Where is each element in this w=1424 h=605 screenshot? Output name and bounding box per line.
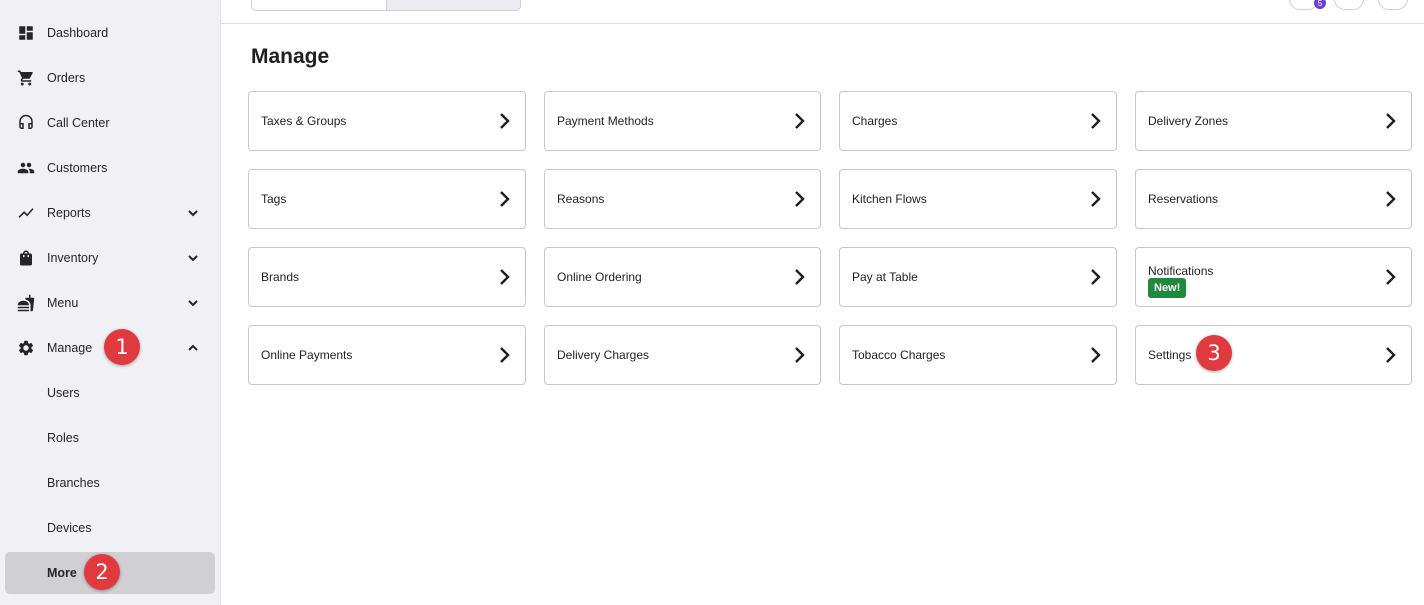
card-kitchen-flows[interactable]: Kitchen Flows	[839, 169, 1117, 229]
sidebar-item-reports[interactable]: Reports	[0, 190, 221, 235]
card-tags[interactable]: Tags	[248, 169, 526, 229]
chart-line-icon	[17, 204, 35, 222]
chevron-right-icon	[497, 190, 511, 208]
card-pay-at-table[interactable]: Pay at Table	[839, 247, 1117, 307]
card-label: Pay at Table	[852, 270, 918, 284]
sidebar-subitem-users[interactable]: Users	[0, 370, 221, 415]
sidebar-item-orders[interactable]: Orders	[0, 55, 221, 100]
card-label: Delivery Charges	[557, 348, 650, 362]
chevron-right-icon	[1088, 346, 1102, 364]
card-label: Charges	[852, 114, 898, 128]
card-delivery-zones[interactable]: Delivery Zones	[1135, 91, 1412, 151]
food-icon	[17, 294, 35, 312]
chevron-right-icon	[792, 112, 806, 130]
card-payment-methods[interactable]: Payment Methods	[544, 91, 821, 151]
card-label: Brands	[261, 270, 300, 284]
chevron-right-icon	[1383, 112, 1397, 130]
sidebar-item-label: Reports	[47, 205, 91, 220]
search-filter-segment[interactable]	[386, 0, 520, 10]
sidebar-item-menu[interactable]: Menu	[0, 280, 221, 325]
card-label: Online Ordering	[557, 270, 642, 284]
chevron-right-icon	[497, 268, 511, 286]
sidebar-subitem-label: Branches	[47, 475, 100, 490]
chevron-right-icon	[1088, 190, 1102, 208]
sidebar: Dashboard Orders Call Center Customers R…	[0, 0, 221, 605]
account-button[interactable]	[1378, 0, 1408, 10]
step-badge-2: 2	[84, 554, 120, 590]
dashboard-icon	[17, 24, 35, 42]
card-online-ordering[interactable]: Online Ordering	[544, 247, 821, 307]
sidebar-item-label: Call Center	[47, 115, 110, 130]
card-label: Delivery Zones	[1148, 114, 1229, 128]
chevron-right-icon	[792, 268, 806, 286]
sidebar-subitem-label: Devices	[47, 520, 92, 535]
card-label: Reasons	[557, 192, 605, 206]
sidebar-item-label: Inventory	[47, 250, 99, 265]
bag-icon	[17, 249, 35, 267]
card-online-payments[interactable]: Online Payments	[248, 325, 526, 385]
card-label: Notifications	[1148, 264, 1214, 278]
sidebar-item-customers[interactable]: Customers	[0, 145, 221, 190]
card-taxes-groups[interactable]: Taxes & Groups	[248, 91, 526, 151]
card-label: Online Payments	[261, 348, 353, 362]
sidebar-subitem-label: Users	[47, 385, 80, 400]
chevron-up-icon	[186, 341, 200, 355]
new-badge: New!	[1148, 278, 1187, 298]
card-label: Reservations	[1148, 192, 1219, 206]
card-reasons[interactable]: Reasons	[544, 169, 821, 229]
card-label: Settings	[1148, 348, 1192, 362]
chevron-right-icon	[1383, 346, 1397, 364]
chevron-down-icon	[186, 206, 200, 220]
card-notifications[interactable]: Notifications New!	[1135, 247, 1412, 307]
sidebar-item-call-center[interactable]: Call Center	[0, 100, 221, 145]
page-title: Manage	[251, 45, 330, 68]
card-tobacco-charges[interactable]: Tobacco Charges	[839, 325, 1117, 385]
card-charges[interactable]: Charges	[839, 91, 1117, 151]
chevron-right-icon	[1088, 268, 1102, 286]
gear-icon	[17, 339, 35, 357]
step-badge-1: 1	[104, 329, 140, 365]
sidebar-subitem-roles[interactable]: Roles	[0, 415, 221, 460]
search-bar[interactable]	[251, 0, 521, 11]
sidebar-item-label: Customers	[47, 160, 108, 175]
sidebar-subitem-label: More	[47, 566, 77, 580]
card-label: Payment Methods	[557, 114, 654, 128]
card-label: Kitchen Flows	[852, 192, 927, 206]
chevron-right-icon	[1383, 190, 1397, 208]
chevron-right-icon	[792, 190, 806, 208]
sidebar-item-label: Manage	[47, 340, 93, 355]
people-icon	[17, 159, 35, 177]
chevron-right-icon	[1383, 268, 1397, 286]
step-badge-3: 3	[1196, 335, 1232, 371]
chevron-right-icon	[497, 112, 511, 130]
sidebar-item-label: Dashboard	[47, 25, 109, 40]
cart-icon	[17, 69, 35, 87]
chevron-right-icon	[1088, 112, 1102, 130]
topbar	[221, 0, 1424, 24]
chevron-down-icon	[186, 251, 200, 265]
sidebar-item-inventory[interactable]: Inventory	[0, 235, 221, 280]
sidebar-item-dashboard[interactable]: Dashboard	[0, 10, 221, 55]
card-brands[interactable]: Brands	[248, 247, 526, 307]
card-reservations[interactable]: Reservations	[1135, 169, 1412, 229]
headset-icon	[17, 114, 35, 132]
card-label: Tobacco Charges	[852, 348, 946, 362]
chevron-right-icon	[792, 346, 806, 364]
apps-button[interactable]	[1334, 0, 1364, 10]
card-label: Taxes & Groups	[261, 114, 347, 128]
sidebar-subitem-branches[interactable]: Branches	[0, 460, 221, 505]
card-settings[interactable]: Settings	[1135, 325, 1412, 385]
sidebar-item-label: Menu	[47, 295, 79, 310]
card-label: Tags	[261, 192, 287, 206]
card-delivery-charges[interactable]: Delivery Charges	[544, 325, 821, 385]
sidebar-subitem-devices[interactable]: Devices	[0, 505, 221, 550]
chevron-right-icon	[497, 346, 511, 364]
sidebar-subitem-label: Roles	[47, 430, 79, 445]
sidebar-item-label: Orders	[47, 70, 86, 85]
chevron-down-icon	[186, 296, 200, 310]
